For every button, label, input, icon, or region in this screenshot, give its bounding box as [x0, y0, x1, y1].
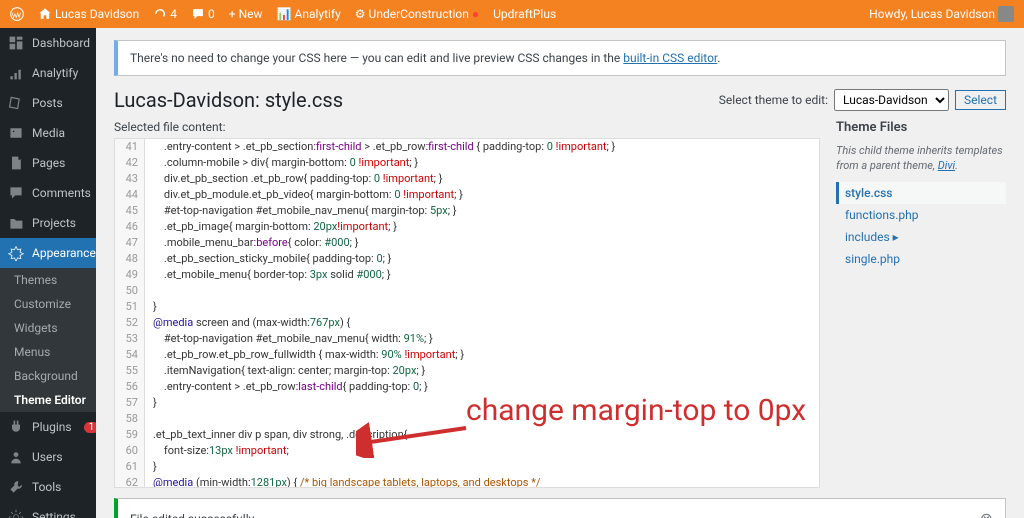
- sidebar-item-plugins[interactable]: Plugins1: [0, 412, 96, 442]
- admin-sidebar: DashboardAnalytifyPostsMediaPagesComment…: [0, 28, 96, 518]
- code-line[interactable]: 50: [115, 283, 819, 299]
- code-line[interactable]: 54 .et_pb_row.et_pb_row_fullwidth { max-…: [115, 347, 819, 363]
- sidebar-sub-background[interactable]: Background: [0, 364, 96, 388]
- code-line[interactable]: 60 font-size:13px !important;: [115, 443, 819, 459]
- sidebar-item-posts[interactable]: Posts: [0, 88, 96, 118]
- new-link[interactable]: + New: [229, 7, 263, 21]
- sidebar-sub-widgets[interactable]: Widgets: [0, 316, 96, 340]
- theme-files-desc: This child theme inherits templates from…: [836, 143, 1006, 174]
- sidebar-item-appearance[interactable]: Appearance: [0, 238, 96, 268]
- updraft-link[interactable]: UpdraftPlus: [493, 7, 556, 21]
- theme-files-heading: Theme Files: [836, 120, 1006, 135]
- code-line[interactable]: 59.et_pb_text_inner div p span, div stro…: [115, 427, 819, 443]
- code-line[interactable]: 53 #et-top-navigation #et_mobile_nav_men…: [115, 331, 819, 347]
- page-title: Lucas-Davidson: style.css: [114, 88, 343, 112]
- howdy-link[interactable]: Howdy, Lucas Davidson: [869, 6, 1014, 22]
- sidebar-item-tools[interactable]: Tools: [0, 472, 96, 502]
- code-line[interactable]: 62@media (min-width:1281px) { /* big lan…: [115, 475, 819, 488]
- comments-link[interactable]: 0: [191, 7, 215, 21]
- code-line[interactable]: 44 div.et_pb_module.et_pb_video{ margin-…: [115, 187, 819, 203]
- sidebar-sub-themes[interactable]: Themes: [0, 268, 96, 292]
- file-item-functionsphp[interactable]: functions.php: [836, 204, 1006, 226]
- code-line[interactable]: 45 #et-top-navigation #et_mobile_nav_men…: [115, 203, 819, 219]
- code-line[interactable]: 46 .et_pb_image{ margin-bottom: 20px!imp…: [115, 219, 819, 235]
- code-line[interactable]: 51}: [115, 299, 819, 315]
- theme-select-button[interactable]: Select: [955, 90, 1006, 110]
- sidebar-item-projects[interactable]: Projects: [0, 208, 96, 238]
- code-editor[interactable]: 41 .entry-content > .et_pb_section:first…: [114, 138, 820, 488]
- sidebar-sub-menus[interactable]: Menus: [0, 340, 96, 364]
- code-line[interactable]: 41 .entry-content > .et_pb_section:first…: [115, 139, 819, 155]
- sidebar-sub-theme-editor[interactable]: Theme Editor: [0, 388, 96, 412]
- sidebar-sub-customize[interactable]: Customize: [0, 292, 96, 316]
- code-line[interactable]: 57}: [115, 395, 819, 411]
- file-item-singlephp[interactable]: single.php: [836, 248, 1006, 270]
- code-line[interactable]: 43 div.et_pb_section .et_pb_row{ padding…: [115, 171, 819, 187]
- code-line[interactable]: 58: [115, 411, 819, 427]
- sidebar-item-pages[interactable]: Pages: [0, 148, 96, 178]
- code-line[interactable]: 56 .entry-content > .et_pb_row:last-chil…: [115, 379, 819, 395]
- sidebar-item-analytify[interactable]: Analytify: [0, 58, 96, 88]
- dismiss-notice-icon[interactable]: ⊗: [980, 509, 993, 518]
- code-line[interactable]: 48 .et_pb_section_sticky_mobile{ padding…: [115, 251, 819, 267]
- wp-logo[interactable]: [10, 7, 24, 21]
- underconstruction-link[interactable]: ⚙ UnderConstruction ●: [355, 7, 479, 21]
- sidebar-item-users[interactable]: Users: [0, 442, 96, 472]
- theme-select-label: Select theme to edit:: [719, 93, 828, 107]
- code-line[interactable]: 47 .mobile_menu_bar:before{ color: #000;…: [115, 235, 819, 251]
- theme-select[interactable]: Lucas-Davidson: [834, 89, 949, 111]
- analytify-link[interactable]: 📊 Analytify: [277, 7, 341, 21]
- file-item-stylecss[interactable]: style.css: [836, 182, 1006, 204]
- sidebar-item-settings[interactable]: Settings: [0, 502, 96, 518]
- admin-toolbar: Lucas Davidson 4 0 + New 📊 Analytify ⚙ U…: [0, 0, 1024, 28]
- site-link[interactable]: Lucas Davidson: [38, 7, 139, 21]
- updates-link[interactable]: 4: [153, 7, 177, 21]
- code-line[interactable]: 49 .et_mobile_menu{ border-top: 3px soli…: [115, 267, 819, 283]
- code-line[interactable]: 42 .column-mobile > div{ margin-bottom: …: [115, 155, 819, 171]
- code-line[interactable]: 55 .itemNavigation{ text-align: center; …: [115, 363, 819, 379]
- sidebar-item-comments[interactable]: Comments: [0, 178, 96, 208]
- selected-file-label: Selected file content:: [114, 120, 820, 134]
- code-line[interactable]: 52@media screen and (max-width:767px) {: [115, 315, 819, 331]
- success-notice: File edited successfully. ⊗: [114, 498, 1006, 518]
- sidebar-item-dashboard[interactable]: Dashboard: [0, 28, 96, 58]
- file-item-includes[interactable]: includes ▸: [836, 226, 1006, 248]
- main-content: There's no need to change your CSS here …: [96, 28, 1024, 518]
- css-editor-notice: There's no need to change your CSS here …: [114, 40, 1006, 76]
- css-editor-link[interactable]: built-in CSS editor: [623, 51, 717, 65]
- sidebar-item-media[interactable]: Media: [0, 118, 96, 148]
- code-line[interactable]: 61}: [115, 459, 819, 475]
